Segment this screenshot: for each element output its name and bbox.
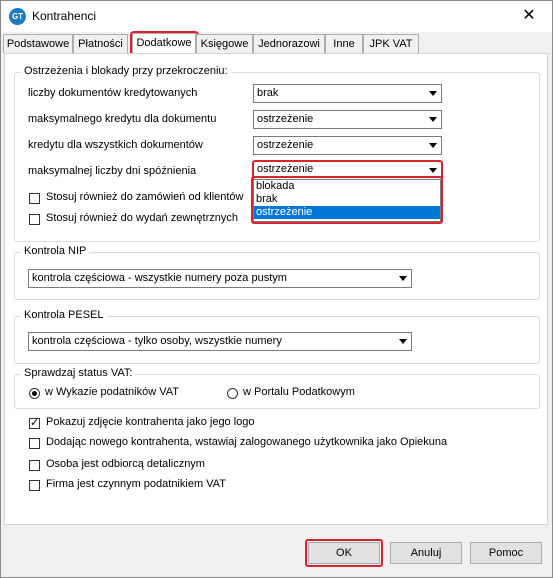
vat-status-group-title: Sprawdzaj status VAT: (21, 367, 136, 379)
close-button[interactable]: ✕ (506, 1, 552, 32)
tab-podstawowe[interactable]: Podstawowe (3, 34, 73, 53)
nip-value: kontrola częściowa - wszystkie numery po… (32, 272, 287, 284)
chevron-down-icon (429, 143, 437, 148)
pesel-select[interactable]: kontrola częściowa - tylko osoby, wszyst… (28, 332, 412, 351)
retail-customer-label: Osoba jest odbiorcą detalicznym (46, 458, 205, 470)
max-credit-value: ostrzeżenie (257, 113, 314, 125)
tab-platnosci[interactable]: Płatności (73, 34, 128, 53)
vat-portal-radio[interactable] (227, 388, 238, 399)
ok-button-highlight (305, 539, 383, 567)
chevron-down-icon (399, 339, 407, 344)
retail-customer-checkbox[interactable] (29, 460, 40, 471)
tab-jpk-vat[interactable]: JPK VAT (363, 34, 419, 53)
tab-jednorazowi[interactable]: Jednorazowi (253, 34, 325, 53)
chevron-down-icon (429, 168, 437, 173)
tab-inne[interactable]: Inne (325, 34, 363, 53)
vat-registry-radio[interactable] (29, 388, 40, 399)
warning-label-max-credit: maksymalnego kredytu dla dokumentu (28, 113, 217, 125)
credit-all-value: ostrzeżenie (257, 139, 314, 151)
issues-checkbox-label: Stosuj również do wydań zewnętrznych (46, 212, 238, 224)
nip-select[interactable]: kontrola częściowa - wszystkie numery po… (28, 269, 412, 288)
tab-panel: Ostrzeżenia i blokady przy przekroczeniu… (4, 53, 548, 525)
max-credit-select[interactable]: ostrzeżenie (253, 110, 442, 129)
assign-keeper-label: Dodając nowego kontrahenta, wstawiaj zal… (46, 436, 448, 448)
warning-label-credit-all: kredytu dla wszystkich dokumentów (28, 139, 203, 151)
warning-label-credit-docs: liczby dokumentów kredytowanych (28, 87, 198, 99)
photo-logo-label: Pokazuj zdjęcie kontrahenta jako jego lo… (46, 416, 255, 428)
tab-ksiegowe[interactable]: Księgowe (196, 34, 253, 53)
chevron-down-icon (429, 91, 437, 96)
dropdown-highlight (251, 176, 443, 224)
late-days-value: ostrzeżenie (257, 163, 314, 175)
photo-logo-checkbox[interactable] (29, 416, 40, 429)
vat-portal-label: w Portalu Podatkowym (243, 386, 355, 398)
chevron-down-icon (429, 117, 437, 122)
nip-group-title: Kontrola NIP (21, 245, 90, 257)
issues-checkbox[interactable] (29, 214, 40, 225)
vat-payer-checkbox[interactable] (29, 480, 40, 491)
credit-docs-select[interactable]: brak (253, 84, 442, 103)
orders-checkbox-label: Stosuj również do zamówień od klientów (46, 191, 244, 203)
pesel-group-title: Kontrola PESEL (21, 309, 107, 321)
window-title: Kontrahenci (32, 9, 97, 23)
orders-checkbox[interactable] (29, 193, 40, 204)
credit-docs-value: brak (257, 87, 279, 99)
vat-payer-label: Firma jest czynnym podatnikiem VAT (46, 478, 226, 490)
app-logo-icon: GT (9, 8, 26, 25)
pesel-value: kontrola częściowa - tylko osoby, wszyst… (32, 335, 282, 347)
cancel-button[interactable]: Anuluj (390, 542, 462, 564)
title-bar: GT Kontrahenci ✕ (1, 1, 552, 32)
chevron-down-icon (399, 276, 407, 281)
credit-all-select[interactable]: ostrzeżenie (253, 136, 442, 155)
warnings-group-title: Ostrzeżenia i blokady przy przekroczeniu… (21, 65, 231, 77)
vat-registry-label: w Wykazie podatników VAT (45, 386, 179, 398)
warning-label-late-days: maksymalnej liczby dni spóźnienia (28, 165, 197, 177)
dialog-window: GT Kontrahenci ✕ Podstawowe Płatności Do… (0, 0, 553, 578)
assign-keeper-checkbox[interactable] (29, 438, 40, 449)
help-button[interactable]: Pomoc (470, 542, 542, 564)
